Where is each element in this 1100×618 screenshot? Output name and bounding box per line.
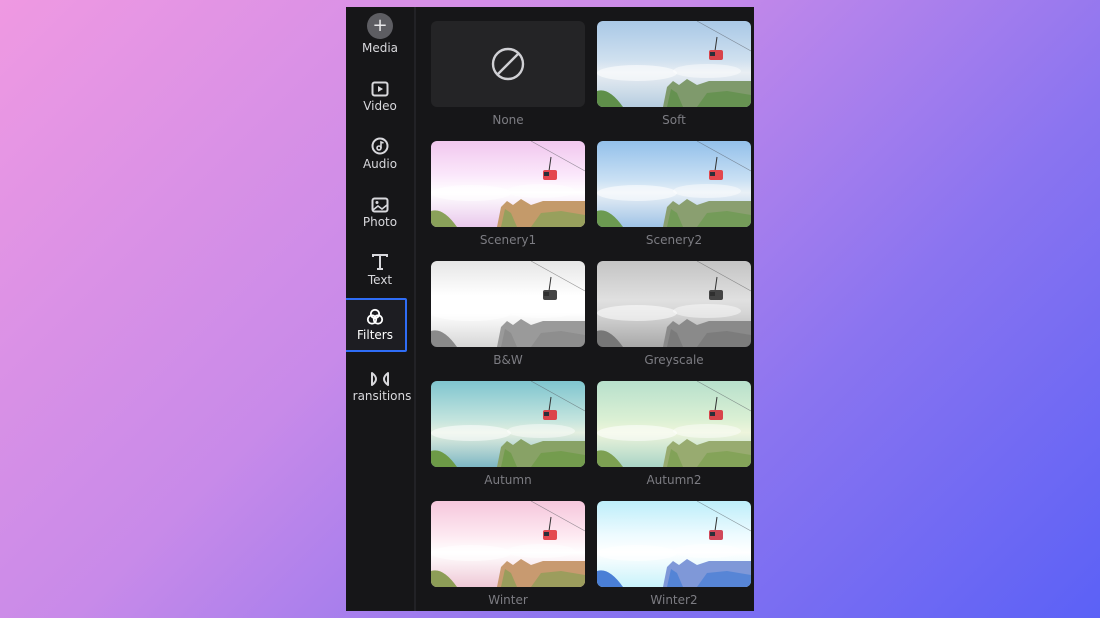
sidebar-item-label: Video [363, 99, 397, 113]
filter-card-soft[interactable]: Soft [597, 21, 751, 127]
sidebar-item-label: Photo [362, 215, 398, 229]
cable-car-landscape-image [597, 501, 751, 587]
sidebar-item-media[interactable]: + Media [346, 9, 414, 55]
filter-label: Winter [488, 593, 528, 607]
cable-car-landscape-image [431, 261, 585, 347]
filter-label: Autumn [484, 473, 532, 487]
cable-car-landscape-image [597, 381, 751, 467]
cable-car-landscape-image [597, 141, 751, 227]
filter-thumbnail[interactable] [431, 141, 585, 227]
filter-card-autumn2[interactable]: Autumn2 [597, 381, 751, 487]
text-t-icon [372, 254, 388, 270]
filter-thumbnail[interactable] [597, 21, 751, 107]
filter-label: Autumn2 [646, 473, 702, 487]
filter-card-none[interactable]: None [431, 21, 585, 127]
filter-thumbnail[interactable] [597, 381, 751, 467]
filter-card-greyscale[interactable]: Greyscale [597, 261, 751, 367]
filters-grid: None Soft Scenery1 Scenery2 B&W Greyscale Autu… [416, 7, 754, 611]
filter-card-b-w[interactable]: B&W [431, 261, 585, 367]
filter-thumbnail[interactable] [431, 261, 585, 347]
cable-car-landscape-image [431, 501, 585, 587]
sidebar-item-label: Media [361, 41, 399, 55]
cable-car-landscape-image [431, 381, 585, 467]
sidebar-item-label: Text [367, 273, 393, 287]
filter-card-scenery1[interactable]: Scenery1 [431, 141, 585, 247]
filter-card-scenery2[interactable]: Scenery2 [597, 141, 751, 247]
sidebar: + Media Video Audio Photo Text Filters r… [346, 7, 414, 611]
filter-card-autumn[interactable]: Autumn [431, 381, 585, 487]
sidebar-item-photo[interactable]: Photo [346, 175, 414, 229]
sidebar-item-audio[interactable]: Audio [346, 117, 414, 171]
filter-thumbnail[interactable] [597, 141, 751, 227]
sidebar-item-video[interactable]: Video [346, 59, 414, 113]
filter-thumbnail[interactable] [597, 261, 751, 347]
sidebar-item-transitions[interactable]: ransitions [346, 349, 414, 403]
music-note-icon [371, 137, 389, 155]
filter-label: Scenery2 [645, 233, 703, 247]
bowtie-transition-icon [371, 372, 389, 386]
sidebar-item-text[interactable]: Text [346, 233, 414, 287]
editor-panel: + Media Video Audio Photo Text Filters r… [346, 7, 754, 611]
cable-car-landscape-image [597, 261, 751, 347]
cable-car-landscape-image [431, 141, 585, 227]
filter-label: Soft [662, 113, 686, 127]
sidebar-item-filters[interactable]: Filters [346, 298, 407, 352]
no-filter-icon [491, 47, 525, 81]
filter-thumbnail[interactable] [597, 501, 751, 587]
filter-label: Winter2 [650, 593, 698, 607]
filter-label: Scenery1 [479, 233, 537, 247]
filter-card-winter[interactable]: Winter [431, 501, 585, 607]
sidebar-item-label: ransitions [352, 389, 412, 403]
filter-label: None [492, 113, 524, 127]
video-play-icon [371, 81, 389, 97]
filter-thumbnail[interactable] [431, 21, 585, 107]
sidebar-item-label: Filters [357, 328, 393, 342]
filter-label: Greyscale [644, 353, 704, 367]
cable-car-landscape-image [597, 21, 751, 107]
filter-card-winter2[interactable]: Winter2 [597, 501, 751, 607]
image-icon [371, 197, 389, 213]
plus-circle-icon[interactable]: + [367, 13, 393, 39]
filter-label: B&W [493, 353, 523, 367]
sidebar-item-label: Audio [362, 157, 398, 171]
filters-circles-icon [366, 308, 384, 325]
filter-thumbnail[interactable] [431, 501, 585, 587]
filter-thumbnail[interactable] [431, 381, 585, 467]
